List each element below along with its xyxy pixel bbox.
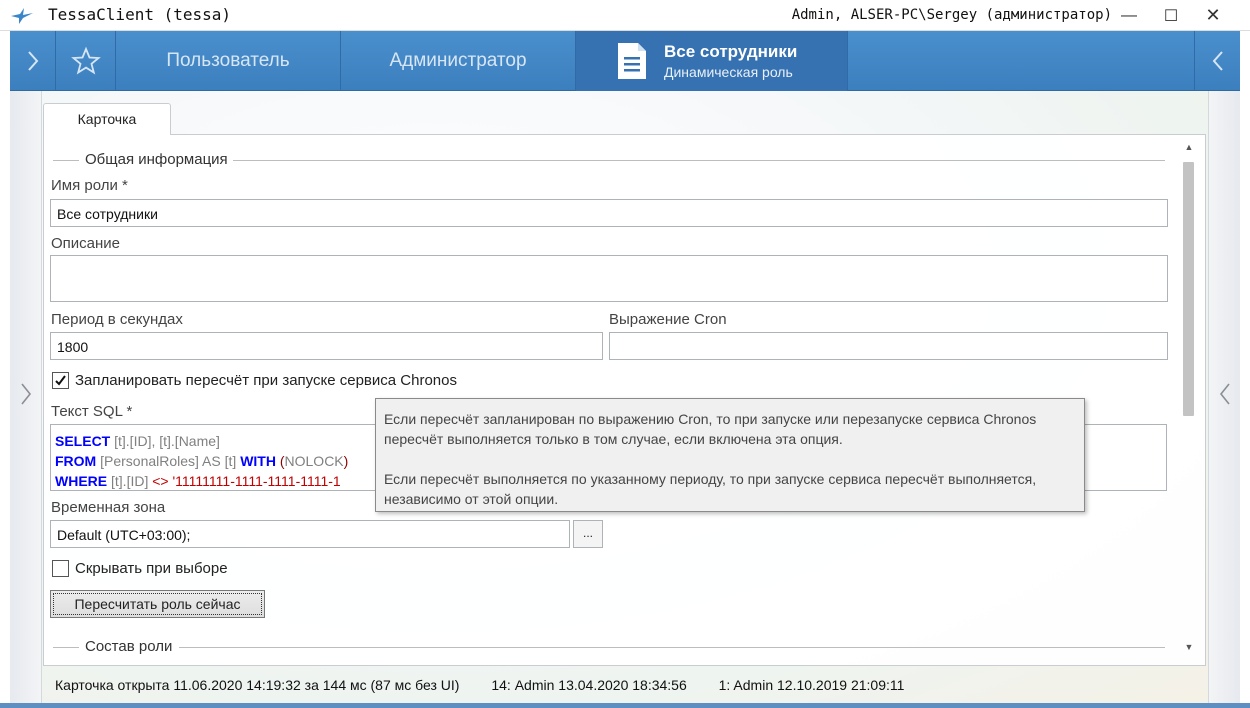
schedule-checkbox-label[interactable]: Запланировать пересчёт при запуске серви… [75, 372, 457, 389]
tab-administrator[interactable]: Администратор [341, 31, 576, 91]
star-icon [70, 46, 101, 75]
close-button[interactable]: ✕ [1192, 0, 1234, 31]
hide-on-select-label[interactable]: Скрывать при выборе [75, 560, 228, 577]
title-bar: TessaClient (tessa) Admin, ALSER-PC\Serg… [0, 0, 1250, 31]
tab-user[interactable]: Пользователь [116, 31, 341, 91]
left-panel-toggle[interactable] [10, 31, 56, 91]
role-name-label: Имя роли * [51, 177, 128, 194]
schedule-option-tooltip: Если пересчёт запланирован по выражению … [375, 398, 1085, 512]
description-label: Описание [51, 235, 121, 252]
sql-label: Текст SQL * [51, 403, 133, 420]
section-role-composition: Состав роли [53, 637, 1165, 657]
recalculate-role-button[interactable]: Пересчитать роль сейчас [50, 590, 265, 618]
timezone-select-button[interactable]: ... [573, 520, 603, 548]
section-general-info: Общая информация [53, 150, 1165, 170]
vertical-scrollbar[interactable]: ▲ ▼ [1180, 140, 1198, 662]
cron-input[interactable] [609, 332, 1168, 360]
role-name-input[interactable]: Все сотрудники [50, 199, 1168, 227]
chevron-right-icon [21, 383, 32, 405]
tooltip-paragraph: Если пересчёт запланирован по выражению … [384, 411, 1037, 447]
chevron-left-icon [1219, 383, 1230, 405]
chevron-left-icon [1212, 51, 1223, 71]
current-user-info: Admin, ALSER-PC\Sergey (администратор) [791, 7, 1112, 23]
first-version-info: 1: Admin 12.10.2019 21:09:11 [718, 677, 905, 693]
description-input[interactable] [50, 255, 1168, 302]
card-opened-status: Карточка открыта 11.06.2020 14:19:32 за … [55, 677, 460, 693]
tab-strip: Пользователь Администратор Все сотрудник… [10, 31, 1240, 91]
active-tab-subtitle: Динамическая роль [664, 64, 793, 80]
document-icon [618, 43, 646, 79]
checkmark-icon [55, 375, 66, 386]
active-tab-title: Все сотрудники [664, 42, 798, 61]
timezone-input[interactable]: Default (UTC+03:00); [50, 520, 570, 548]
schedule-checkbox[interactable] [52, 372, 69, 389]
period-input[interactable]: 1800 [50, 332, 603, 360]
tab-card[interactable]: Карточка [43, 103, 171, 135]
status-bar: Карточка открыта 11.06.2020 14:19:32 за … [55, 677, 932, 693]
right-panel-toggle[interactable] [1194, 31, 1240, 91]
tessa-bird-icon [11, 8, 33, 24]
chevron-right-icon [27, 51, 38, 71]
section-title: Общая информация [85, 151, 228, 168]
current-version-info: 14: Admin 13.04.2020 18:34:56 [491, 677, 687, 693]
minimize-button[interactable]: — [1108, 0, 1150, 31]
scroll-up-icon[interactable]: ▲ [1180, 142, 1198, 152]
favorites-button[interactable] [56, 31, 116, 91]
scroll-down-icon[interactable]: ▼ [1180, 642, 1198, 652]
left-side-panel[interactable] [10, 91, 42, 703]
scroll-thumb[interactable] [1183, 162, 1194, 416]
timezone-label: Временная зона [51, 499, 166, 516]
section-title: Состав роли [85, 638, 173, 655]
hide-on-select-checkbox[interactable] [52, 560, 69, 577]
window-bottom-border [0, 703, 1250, 708]
cron-label: Выражение Cron [609, 311, 727, 328]
maximize-button[interactable]: ☐ [1150, 0, 1192, 31]
tooltip-paragraph: Если пересчёт выполняется по указанному … [384, 471, 1037, 507]
tab-all-employees[interactable]: Все сотрудники Динамическая роль [576, 31, 848, 91]
right-side-panel[interactable] [1208, 91, 1240, 703]
period-label: Период в секундах [51, 311, 183, 328]
window-title: TessaClient (tessa) [48, 5, 232, 24]
